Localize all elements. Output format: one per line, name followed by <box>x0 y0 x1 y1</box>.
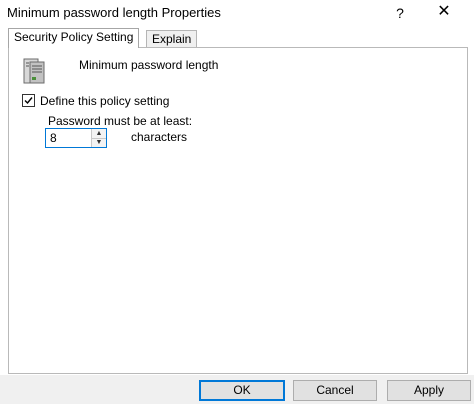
title-bar: Minimum password length Properties ? ✕ <box>0 0 474 26</box>
apply-button[interactable]: Apply <box>387 380 471 401</box>
spin-buttons: ▲ ▼ <box>91 129 106 147</box>
define-policy-label[interactable]: Define this policy setting <box>40 94 169 108</box>
server-policy-icon <box>21 57 47 85</box>
tab-strip: Security Policy Setting Explain <box>8 28 468 48</box>
help-button[interactable]: ? <box>388 2 412 24</box>
check-icon <box>24 97 33 105</box>
policy-name: Minimum password length <box>79 58 219 72</box>
close-button[interactable]: ✕ <box>424 0 464 24</box>
password-length-value[interactable]: 8 <box>50 131 57 145</box>
define-policy-checkbox[interactable] <box>22 94 35 107</box>
window-title: Minimum password length Properties <box>7 5 221 20</box>
password-length-label: Password must be at least: <box>48 114 193 128</box>
cancel-button[interactable]: Cancel <box>293 380 377 401</box>
tab-explain[interactable]: Explain <box>146 30 198 47</box>
characters-unit-label: characters <box>131 130 188 144</box>
dialog-button-bar: OK Cancel Apply <box>0 375 474 404</box>
password-length-spinbox[interactable]: 8 ▲ ▼ <box>45 128 107 148</box>
tab-security-policy-setting[interactable]: Security Policy Setting <box>8 28 140 48</box>
tab-panel: Minimum password length Define this poli… <box>8 47 468 374</box>
spin-down-icon[interactable]: ▼ <box>92 138 106 147</box>
ok-button[interactable]: OK <box>199 380 285 401</box>
